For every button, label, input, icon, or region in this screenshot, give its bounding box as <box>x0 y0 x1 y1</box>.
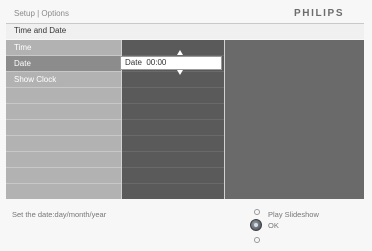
menu-item-label: Show Clock <box>14 75 57 84</box>
value-row <box>122 184 224 199</box>
ok-label: OK <box>268 221 279 230</box>
page-title: Time and Date <box>14 26 67 35</box>
menu-item-date[interactable]: Date <box>6 56 121 72</box>
menu-empty-row <box>6 168 121 184</box>
menu-empty-row <box>6 136 121 152</box>
breadcrumb: Setup | Options <box>14 9 69 18</box>
menu-empty-row <box>6 120 121 136</box>
date-field[interactable]: Date 00:00 <box>120 56 222 70</box>
value-row <box>122 120 224 136</box>
title-bar: Time and Date <box>6 24 364 39</box>
arrow-up-icon[interactable] <box>177 50 183 55</box>
value-row <box>122 40 224 56</box>
arrow-down-icon[interactable] <box>177 70 183 75</box>
date-field-value: Date 00:00 <box>125 58 167 67</box>
menu-empty-row <box>6 104 121 120</box>
menu-item-label: Date <box>14 59 31 68</box>
menu-empty-row <box>6 88 121 104</box>
menu-item-label: Time <box>14 43 32 52</box>
nav-down-dot-icon <box>254 237 260 243</box>
value-row <box>122 168 224 184</box>
nav-up-dot-icon <box>254 209 260 215</box>
value-row <box>122 152 224 168</box>
value-row <box>122 104 224 120</box>
menu-item-show-clock[interactable]: Show Clock <box>6 72 121 88</box>
preview-area <box>225 40 364 199</box>
brand-logo: PHILIPS <box>294 8 345 19</box>
value-row <box>122 72 224 88</box>
value-row <box>122 88 224 104</box>
menu-empty-row <box>6 184 121 199</box>
menu-column: Time Date Show Clock <box>6 40 121 199</box>
play-slideshow-label: Play Slideshow <box>268 210 319 219</box>
value-row <box>122 136 224 152</box>
ok-button-icon[interactable] <box>250 219 262 231</box>
menu-empty-row <box>6 152 121 168</box>
hint-text: Set the date:day/month/year <box>12 210 107 219</box>
menu-item-time[interactable]: Time <box>6 40 121 56</box>
